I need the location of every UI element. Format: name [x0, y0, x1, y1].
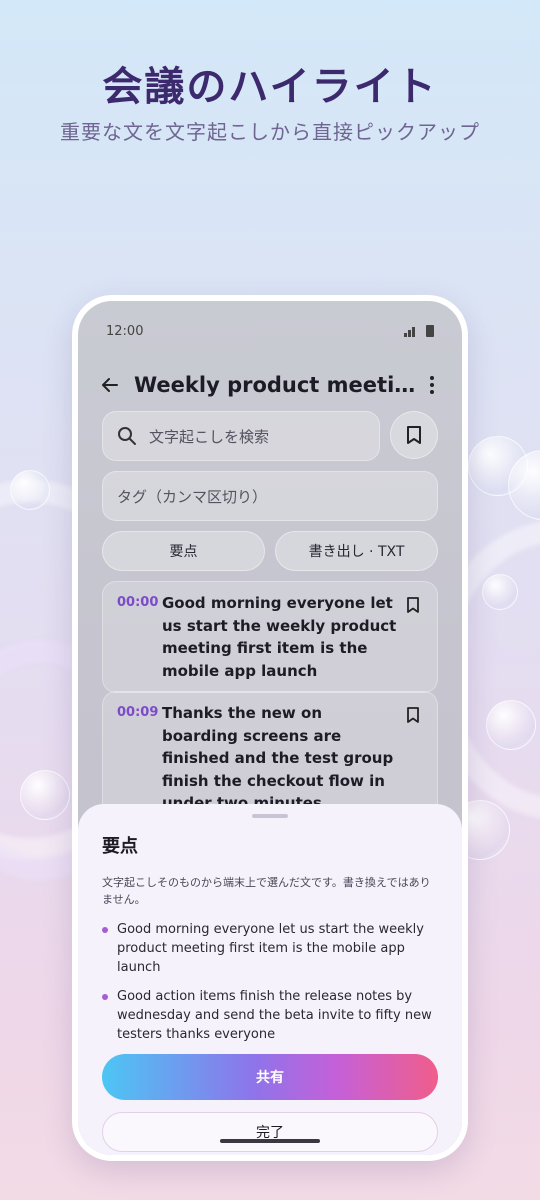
signal-icon — [404, 325, 418, 337]
status-time: 12:00 — [106, 323, 144, 339]
list-item: Good morning everyone let us start the w… — [102, 920, 438, 977]
bookmark-icon[interactable] — [401, 592, 425, 682]
phone-screen: 12:00 Weekly product meeting.m... 文字起こしを… — [78, 301, 462, 1155]
bullet-dot — [102, 994, 108, 1000]
bookmark-icon — [407, 426, 421, 444]
search-placeholder: 文字起こしを検索 — [149, 427, 270, 446]
transcript-segment[interactable]: 00:00 Good morning everyone let us start… — [102, 581, 438, 693]
share-button[interactable]: 共有 — [102, 1054, 438, 1100]
battery-icon — [426, 325, 434, 337]
segment-timestamp[interactable]: 00:09 — [117, 702, 162, 815]
export-txt-button[interactable]: 書き出し · TXT — [275, 531, 438, 571]
bookmark-filter-button[interactable] — [390, 411, 438, 459]
segment-text: Thanks the new on boarding screens are f… — [162, 704, 394, 812]
segment-timestamp[interactable]: 00:00 — [117, 592, 162, 682]
highlights-button[interactable]: 要点 — [102, 531, 265, 571]
highlights-list: Good morning everyone let us start the w… — [102, 920, 438, 1044]
sheet-note: 文字起こしそのものから端末上で選んだ文です。書き換えではありません。 — [102, 876, 431, 906]
segment-text: Good morning everyone let us start the w… — [162, 594, 397, 680]
page-title: Weekly product meeting.m... — [134, 373, 420, 397]
bookmark-icon[interactable] — [401, 702, 425, 815]
highlight-text: Good morning everyone let us start the w… — [117, 922, 424, 975]
tags-input[interactable]: タグ（カンマ区切り） — [102, 471, 438, 521]
hero-subtitle: 重要な文を文字起こしから直接ピックアップ — [60, 120, 480, 144]
back-arrow-icon[interactable] — [96, 371, 124, 399]
phone-frame: 12:00 Weekly product meeting.m... 文字起こしを… — [72, 295, 468, 1161]
highlights-bottom-sheet: 要点 文字起こしそのものから端末上で選んだ文です。書き換えではありません。 Go… — [78, 804, 462, 1155]
done-button[interactable]: 完了 — [102, 1112, 438, 1152]
search-icon — [118, 427, 136, 445]
list-item: Good action items finish the release not… — [102, 987, 438, 1044]
app-bar: Weekly product meeting.m... — [96, 365, 444, 405]
search-input[interactable]: 文字起こしを検索 — [102, 411, 380, 461]
status-bar: 12:00 — [106, 321, 434, 341]
highlight-text: Good action items finish the release not… — [117, 989, 432, 1042]
home-indicator[interactable] — [220, 1139, 320, 1143]
sheet-title: 要点 — [102, 836, 138, 857]
hero-title: 会議のハイライト — [102, 64, 438, 110]
bullet-dot — [102, 927, 108, 933]
more-vert-icon[interactable] — [420, 371, 444, 399]
sheet-drag-handle[interactable] — [252, 814, 288, 818]
